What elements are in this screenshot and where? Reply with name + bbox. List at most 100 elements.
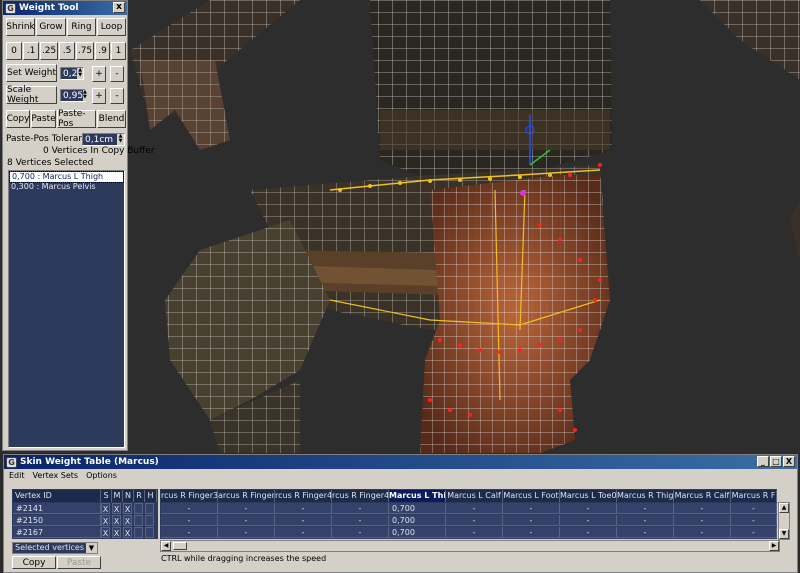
vertex-flag-cell[interactable]: X [112, 527, 121, 538]
weight-cell[interactable]: - [503, 503, 560, 514]
vertical-scrollbar[interactable]: ▲ ▼ [778, 502, 790, 540]
menu-vertex-sets[interactable]: Vertex Sets [33, 471, 79, 480]
table-copy-button[interactable]: Copy [12, 556, 56, 569]
preset-05-button[interactable]: .5 [59, 42, 75, 60]
vertex-flag-cell[interactable]: X [123, 515, 132, 526]
flag-header-m[interactable]: M [112, 490, 123, 502]
weight-cell[interactable]: - [731, 503, 777, 514]
weight-cell[interactable]: - [446, 527, 503, 538]
preset-09-button[interactable]: .9 [95, 42, 110, 60]
loop-button[interactable]: Loop [97, 18, 126, 36]
scroll-right-icon[interactable]: ▶ [769, 541, 779, 551]
paste-pos-tolerance-spinner[interactable]: 0,1cm ▲ ▼ [82, 133, 125, 146]
weight-cell[interactable]: - [332, 527, 389, 538]
paste-pos-button[interactable]: Paste-Pos [57, 109, 96, 129]
vertex-flag-cell[interactable] [134, 527, 143, 538]
weight-cell[interactable]: - [617, 515, 674, 526]
weight-cell[interactable]: - [218, 515, 275, 526]
paste-button[interactable]: Paste [31, 110, 56, 128]
bone-column-header[interactable]: Marcus R F [731, 490, 777, 502]
set-weight-plus-button[interactable]: + [92, 66, 106, 82]
scale-weight-minus-button[interactable]: - [110, 88, 124, 104]
bone-column-header[interactable]: Marcus L Toe0 [560, 490, 617, 502]
preset-025-button[interactable]: .25 [40, 42, 58, 60]
grow-button[interactable]: Grow [36, 18, 66, 36]
vertex-flag-cell[interactable]: X [101, 527, 110, 538]
weight-tool-title-bar[interactable]: G Weight Tool x [3, 1, 127, 15]
weight-cell[interactable]: - [275, 527, 332, 538]
weight-cell[interactable]: - [617, 527, 674, 538]
weight-cell[interactable]: 0,700 [389, 527, 446, 538]
vertex-flag-cell[interactable]: X [112, 515, 121, 526]
weight-cell[interactable]: - [446, 515, 503, 526]
vertex-flag-cell[interactable]: X [123, 503, 132, 514]
weight-cell[interactable]: - [446, 503, 503, 514]
vertex-flag-cell[interactable] [145, 503, 154, 514]
bone-column-header[interactable]: Marcus L Calf [446, 490, 503, 502]
bone-list-item[interactable]: 0,300 : Marcus Pelvis [9, 182, 124, 192]
scroll-left-icon[interactable]: ◀ [161, 541, 171, 551]
shrink-button[interactable]: Shrink [6, 18, 35, 36]
weight-cell[interactable]: - [218, 527, 275, 538]
vertex-flag-cell[interactable]: X [123, 527, 132, 538]
skin-table-title-bar[interactable]: G Skin Weight Table (Marcus) _ □ X [4, 455, 797, 469]
paste-pos-tolerance-value[interactable]: 0,1cm [83, 134, 117, 145]
set-weight-value[interactable]: 0,2 [61, 68, 78, 79]
weight-cell[interactable]: - [674, 527, 731, 538]
set-weight-minus-button[interactable]: - [110, 66, 124, 82]
scale-weight-value[interactable]: 0,95 [61, 90, 84, 101]
vertex-id-cell[interactable]: #2141 [13, 503, 101, 514]
weight-cell[interactable]: - [161, 527, 218, 538]
weight-cell[interactable]: - [161, 515, 218, 526]
vertex-id-cell[interactable]: #2167 [13, 527, 101, 538]
weight-cell[interactable]: - [560, 515, 617, 526]
bone-column-header[interactable]: Marcus L Thigh [389, 490, 446, 502]
weight-cell[interactable]: - [275, 503, 332, 514]
dropdown-arrow-icon[interactable]: ▼ [86, 543, 97, 553]
weight-cell[interactable]: - [731, 515, 777, 526]
bone-column-header[interactable]: arcus R Finger4 [218, 490, 275, 502]
menu-edit[interactable]: Edit [9, 471, 25, 480]
preset-01-button[interactable]: .1 [23, 42, 39, 60]
weight-cell[interactable]: - [617, 503, 674, 514]
weight-cell[interactable]: - [161, 503, 218, 514]
vertex-flag-cell[interactable] [145, 527, 154, 538]
vertex-flag-cell[interactable]: X [112, 503, 121, 514]
vertex-flag-cell[interactable] [134, 503, 143, 514]
weight-cell[interactable]: - [503, 515, 560, 526]
flag-header-r[interactable]: R [134, 490, 145, 502]
vertex-flag-cell[interactable] [145, 515, 154, 526]
vertex-filter-select[interactable]: Selected vertices ▼ [12, 542, 98, 554]
horizontal-scroll-thumb[interactable] [173, 542, 187, 550]
menu-options[interactable]: Options [86, 471, 117, 480]
scale-weight-plus-button[interactable]: + [92, 88, 106, 104]
close-button[interactable]: X [783, 456, 795, 467]
bone-list-item[interactable]: 0,700 : Marcus L Thigh [9, 171, 124, 183]
set-weight-spinner[interactable]: 0,2 ▲ ▼ [60, 67, 84, 80]
weight-cell[interactable]: - [218, 503, 275, 514]
vertex-flag-cell[interactable]: X [101, 515, 110, 526]
ring-button[interactable]: Ring [67, 18, 96, 36]
scale-weight-spinner[interactable]: 0,95 ▲ ▼ [60, 89, 87, 102]
spinner-arrows-icon[interactable]: ▲ ▼ [117, 134, 124, 145]
bone-weight-list[interactable]: 0,700 : Marcus L Thigh 0,300 : Marcus Pe… [8, 170, 125, 448]
vertex-id-header[interactable]: Vertex ID [13, 490, 101, 502]
copy-button[interactable]: Copy [6, 110, 30, 128]
vertex-id-cell[interactable]: #2150 [13, 515, 101, 526]
spinner-arrows-icon[interactable]: ▲ ▼ [83, 90, 87, 101]
weight-cell[interactable]: - [560, 503, 617, 514]
weight-cell[interactable]: 0,700 [389, 515, 446, 526]
preset-075-button[interactable]: .75 [76, 42, 94, 60]
flag-header-s[interactable]: S [101, 490, 112, 502]
flag-header-n[interactable]: N [123, 490, 134, 502]
weight-cell[interactable]: - [731, 527, 777, 538]
weight-cell[interactable]: - [332, 515, 389, 526]
bone-column-header[interactable]: rcus R Finger32 [161, 490, 218, 502]
scroll-down-icon[interactable]: ▼ [779, 529, 789, 539]
preset-1-button[interactable]: 1 [111, 42, 126, 60]
horizontal-scrollbar[interactable]: ◀ ▶ [160, 540, 780, 552]
weight-cell[interactable]: 0,700 [389, 503, 446, 514]
bone-column-header[interactable]: Marcus L Foot [503, 490, 560, 502]
bone-column-header[interactable]: rcus R Finger42 [332, 490, 389, 502]
maximize-button[interactable]: □ [770, 456, 782, 467]
